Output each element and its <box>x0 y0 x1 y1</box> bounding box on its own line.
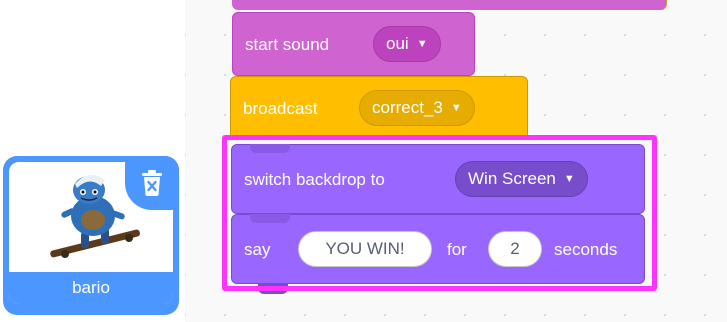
broadcast-label: broadcast <box>243 99 318 118</box>
broadcast-message-dropdown[interactable]: correct_3 ▼ <box>359 90 475 126</box>
chevron-down-icon: ▼ <box>450 102 462 114</box>
chevron-down-icon: ▼ <box>416 38 428 50</box>
sprite-name-label: bario <box>9 272 173 304</box>
block-highlight-frame <box>222 135 657 291</box>
broadcast-message-value: correct_3 <box>372 98 443 117</box>
delete-sprite-button[interactable] <box>125 156 179 210</box>
sound-dropdown-value: oui <box>386 34 409 53</box>
trash-icon <box>142 170 162 196</box>
broadcast-block[interactable]: broadcast correct_3 ▼ <box>230 76 528 140</box>
sound-dropdown[interactable]: oui ▼ <box>373 26 441 62</box>
start-sound-block[interactable]: start sound oui ▼ <box>232 12 475 76</box>
start-sound-label: start sound <box>245 35 330 54</box>
partial-sound-block-top[interactable] <box>232 0 666 10</box>
